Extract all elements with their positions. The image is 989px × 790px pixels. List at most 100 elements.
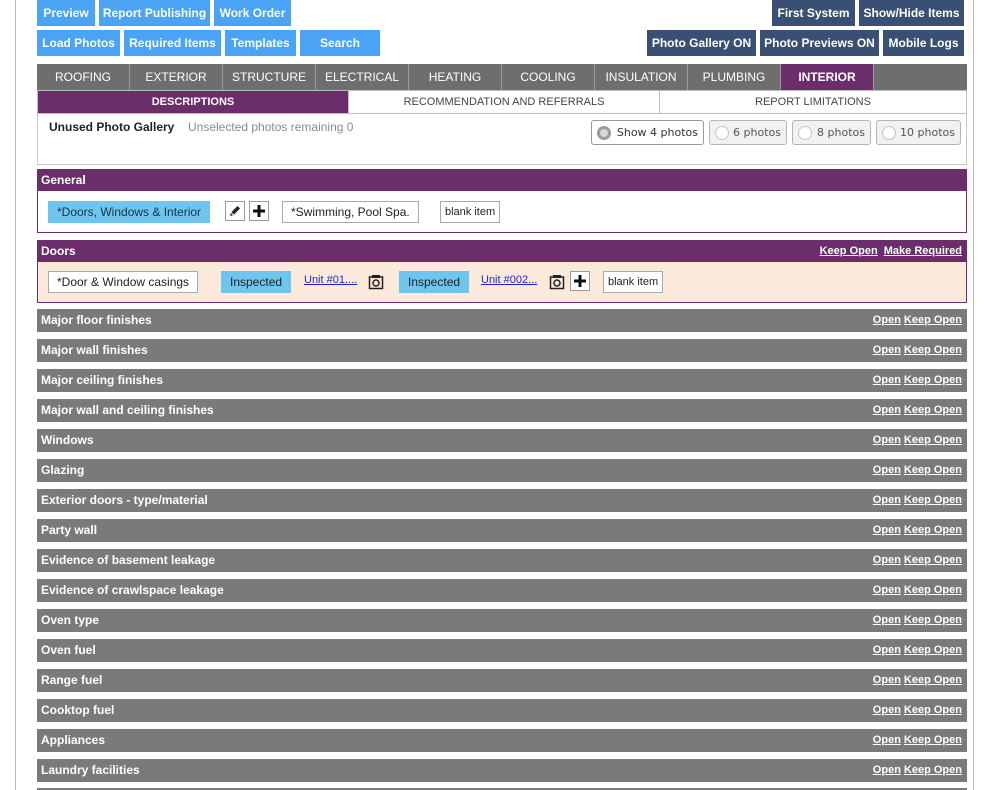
show-6-photos-option[interactable]: 6 photos [709,120,787,145]
open-link[interactable]: Open [873,644,901,656]
show-8-photos-option[interactable]: 8 photos [792,120,871,145]
pencil-icon [230,206,240,216]
collapsed-section-row[interactable]: Major wall finishes Open Keep Open [37,339,967,362]
search-button[interactable]: Search [300,30,380,56]
collapsed-section-row[interactable]: Oven type Open Keep Open [37,609,967,632]
keep-open-link[interactable]: Keep Open [904,404,962,416]
open-link[interactable]: Open [873,764,901,776]
inspected-tag-2[interactable]: Inspected [399,271,470,293]
section-title: Doors [41,244,76,258]
collapsed-section-row[interactable]: Major floor finishes Open Keep Open [37,309,967,332]
tab-structure[interactable]: STRUCTURE [223,64,316,90]
door-window-casings-item[interactable]: *Door & Window casings [48,271,199,293]
keep-open-link[interactable]: Keep Open [904,644,962,656]
first-system-button[interactable]: First System [772,0,855,26]
open-link[interactable]: Open [873,374,901,386]
required-items-button[interactable]: Required Items [124,30,221,56]
keep-open-link[interactable]: Keep Open [904,464,962,476]
open-link[interactable]: Open [873,674,901,686]
collapsed-section-row[interactable]: Exterior doors - type/material Open Keep O… [37,489,967,512]
mobile-logs-button[interactable]: Mobile Logs [883,30,964,56]
tab-descriptions[interactable]: DESCRIPTIONS [38,91,349,113]
unit-01-link[interactable]: Unit #01.... [304,274,357,286]
keep-open-link[interactable]: Keep Open [904,554,962,566]
open-link[interactable]: Open [873,314,901,326]
open-link[interactable]: Open [873,464,901,476]
general-section-header[interactable]: General [37,169,967,191]
inspected-tag-1[interactable]: Inspected [221,271,292,293]
collapsed-section-row[interactable]: Party wall Open Keep Open [37,519,967,542]
open-link[interactable]: Open [873,734,901,746]
keep-open-link[interactable]: Keep Open [904,344,962,356]
tab-interior[interactable]: INTERIOR [781,64,874,90]
open-link[interactable]: Open [873,704,901,716]
blank-item[interactable]: blank item [440,201,501,223]
section-links: Open Keep Open [870,429,962,452]
open-link[interactable]: Open [873,524,901,536]
unit-002-link[interactable]: Unit #002... [481,274,537,286]
tab-report-limitations[interactable]: REPORT LIMITATIONS [660,91,966,113]
collapsed-section-row[interactable]: Range fuel Open Keep Open [37,669,967,692]
photo-previews-toggle[interactable]: Photo Previews ON [760,30,879,56]
keep-open-link[interactable]: Keep Open [904,614,962,626]
option-label: 8 photos [817,126,865,139]
preview-button[interactable]: Preview [37,0,95,26]
keep-open-link[interactable]: Keep Open [904,314,962,326]
tab-heating[interactable]: HEATING [409,64,502,90]
templates-button[interactable]: Templates [225,30,296,56]
keep-open-link[interactable]: Keep Open [904,704,962,716]
tab-plumbing[interactable]: PLUMBING [688,64,781,90]
doors-windows-interior-item[interactable]: *Doors, Windows & Interior [48,201,211,223]
keep-open-link[interactable]: Keep Open [904,584,962,596]
open-link[interactable]: Open [873,614,901,626]
section-links: Open Keep Open [870,309,962,332]
collapsed-section-row[interactable]: Windows Open Keep Open [37,429,967,452]
collapsed-section-row[interactable]: Cooktop fuel Open Keep Open [37,699,967,722]
open-link[interactable]: Open [873,584,901,596]
keep-open-link[interactable]: Keep Open [904,434,962,446]
collapsed-section-row[interactable]: Major ceiling finishes Open Keep Open [37,369,967,392]
open-link[interactable]: Open [873,554,901,566]
add-item-button[interactable] [570,271,590,291]
load-photos-button[interactable]: Load Photos [37,30,120,56]
collapsed-section-row[interactable]: Evidence of basement leakage Open Keep Ope… [37,549,967,572]
make-required-link[interactable]: Make Required [884,245,962,257]
collapsed-section-row[interactable]: Evidence of crawlspace leakage Open Keep O… [37,579,967,602]
tab-cooling[interactable]: COOLING [502,64,595,90]
keep-open-link[interactable]: Keep Open [904,494,962,506]
collapsed-section-row[interactable]: Major wall and ceiling finishes Open Keep … [37,399,967,422]
show-10-photos-option[interactable]: 10 photos [876,120,961,145]
collapsed-section-row[interactable]: Appliances Open Keep Open [37,729,967,752]
option-label: 10 photos [900,126,955,139]
open-link[interactable]: Open [873,434,901,446]
blank-item[interactable]: blank item [603,271,664,293]
camera-icon[interactable] [368,274,384,290]
keep-open-link[interactable]: Keep Open [904,734,962,746]
doors-section-header[interactable]: Doors Keep Open Make Required [37,240,967,262]
tab-recommendation-and-referrals[interactable]: RECOMMENDATION AND REFERRALS [349,91,660,113]
open-link[interactable]: Open [873,344,901,356]
swimming-pool-spa-item[interactable]: *Swimming, Pool Spa. [282,201,419,223]
photo-gallery-toggle[interactable]: Photo Gallery ON [647,30,756,56]
keep-open-link[interactable]: Keep Open [904,674,962,686]
collapsed-section-row[interactable]: Laundry facilities Open Keep Open [37,759,967,782]
show-4-photos-option[interactable]: Show 4 photos [591,120,704,145]
keep-open-link[interactable]: Keep Open [904,524,962,536]
open-link[interactable]: Open [873,404,901,416]
collapsed-section-row[interactable]: Oven fuel Open Keep Open [37,639,967,662]
add-item-button[interactable] [249,201,269,221]
show-hide-items-button[interactable]: Show/Hide Items [859,0,964,26]
tab-electrical[interactable]: ELECTRICAL [316,64,409,90]
work-order-button[interactable]: Work Order [214,0,291,26]
report-publishing-button[interactable]: Report Publishing [99,0,210,26]
tab-insulation[interactable]: INSULATION [595,64,688,90]
open-link[interactable]: Open [873,494,901,506]
tab-exterior[interactable]: EXTERIOR [130,64,223,90]
tab-roofing[interactable]: ROOFING [37,64,130,90]
keep-open-link[interactable]: Keep Open [904,374,962,386]
keep-open-link[interactable]: Keep Open [904,764,962,776]
collapsed-section-row[interactable]: Glazing Open Keep Open [37,459,967,482]
edit-button[interactable] [225,201,245,221]
camera-icon[interactable] [549,274,565,290]
keep-open-link[interactable]: Keep Open [820,245,878,257]
